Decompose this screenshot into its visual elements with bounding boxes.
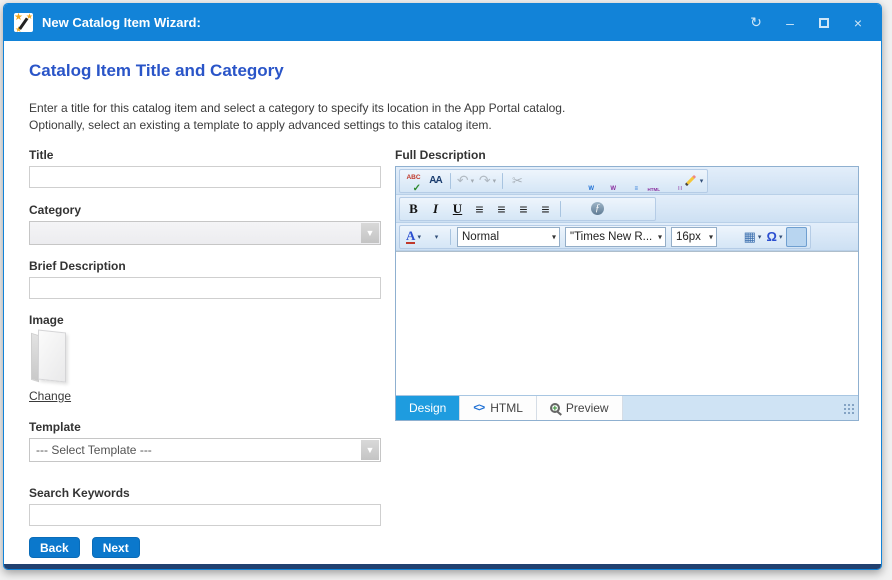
minimize-button[interactable]: –	[777, 11, 803, 35]
mag-icon: +	[550, 403, 560, 413]
code-icon: <>	[473, 402, 484, 414]
hyperlink-icon[interactable]	[631, 199, 652, 219]
tab-design[interactable]: Design	[396, 396, 460, 420]
copy-icon[interactable]	[529, 171, 550, 191]
paste-plain-text-icon[interactable]: ≡	[617, 171, 638, 191]
template-dropdown-arrow-icon[interactable]: ▼	[361, 440, 379, 460]
underline-icon[interactable]: U	[447, 199, 468, 219]
next-button[interactable]: Next	[92, 537, 140, 558]
find-icon[interactable]: AA	[425, 171, 446, 191]
paste-from-word-strip-font-icon[interactable]: W	[595, 171, 616, 191]
color-palette-icon[interactable]	[720, 227, 741, 247]
tab-preview[interactable]: +Preview	[537, 396, 623, 420]
align-left-icon[interactable]: ≡	[513, 199, 534, 219]
undo-icon[interactable]: ↶▾	[455, 171, 476, 191]
window-title: New Catalog Item Wizard:	[42, 15, 743, 30]
editor-content-area[interactable]	[396, 251, 858, 395]
description-line-2: Optionally, select an existing a templat…	[29, 117, 565, 134]
back-button[interactable]: Back	[29, 537, 80, 558]
catalog-item-form: Title Category ▼ Brief Description Image…	[29, 148, 381, 526]
insert-table-icon[interactable]: ▦▾	[742, 227, 763, 247]
editor-toolbar-row-3: A▾ ▾ Normal "Times New R... 16px	[396, 223, 858, 251]
spellcheck-icon[interactable]: ABC✓	[403, 171, 424, 191]
align-justify-icon[interactable]: ≡	[491, 199, 512, 219]
template-dropdown[interactable]: --- Select Template --- ▼	[29, 438, 381, 462]
category-label: Category	[29, 203, 381, 217]
template-value: --- Select Template ---	[36, 443, 152, 457]
flash-icon[interactable]: ƒ	[587, 199, 608, 219]
title-label: Title	[29, 148, 381, 162]
maximize-button[interactable]	[811, 11, 837, 35]
template-label: Template	[29, 420, 381, 434]
image-manager-icon[interactable]	[609, 199, 630, 219]
media-manager-icon[interactable]	[786, 227, 807, 247]
cut-icon[interactable]: ✂	[507, 171, 528, 191]
editor-mode-tabs: Design <>HTML +Preview	[396, 395, 858, 420]
description-line-1: Enter a title for this catalog item and …	[29, 100, 565, 117]
redo-icon[interactable]: ↷▾	[477, 171, 498, 191]
category-dropdown-arrow-icon[interactable]: ▼	[361, 223, 379, 243]
wizard-window: ★ ★ ★ New Catalog Item Wizard: ↻ – × Cat…	[3, 3, 882, 570]
title-bar[interactable]: ★ ★ ★ New Catalog Item Wizard: ↻ – ×	[4, 4, 881, 41]
editor-toolbar-row-1: ABC✓ AA ↶▾ ↷▾ ✂	[396, 167, 858, 195]
image-label: Image	[29, 313, 381, 327]
align-right-icon[interactable]: ≡	[535, 199, 556, 219]
rich-text-editor: ABC✓ AA ↶▾ ↷▾ ✂	[395, 166, 859, 421]
align-center-icon[interactable]: ≡	[469, 199, 490, 219]
full-description-label: Full Description	[395, 148, 859, 162]
font-name-select[interactable]: "Times New R...	[565, 227, 666, 247]
wizard-icon: ★ ★ ★	[14, 13, 33, 32]
font-color-icon[interactable]: A▾	[403, 227, 424, 247]
software-box-icon	[29, 331, 69, 383]
wizard-content: Catalog Item Title and Category Enter a …	[4, 41, 881, 564]
category-dropdown[interactable]: ▼	[29, 221, 381, 245]
tab-html[interactable]: <>HTML	[460, 396, 537, 420]
change-image-link[interactable]: Change	[29, 389, 71, 403]
paste-icon[interactable]	[551, 171, 572, 191]
wizard-navigation: Back Next	[29, 537, 140, 558]
insert-image-icon[interactable]	[565, 199, 586, 219]
window-bottom-bar	[4, 564, 881, 570]
editor-toolbar-row-2: B I U ≡ ≡ ≡ ≡	[396, 195, 858, 223]
close-button[interactable]: ×	[845, 11, 871, 35]
title-input[interactable]	[29, 166, 381, 188]
brief-description-input[interactable]	[29, 277, 381, 299]
paragraph-style-select[interactable]: Normal	[457, 227, 560, 247]
page-title: Catalog Item Title and Category	[29, 61, 284, 81]
search-keywords-label: Search Keywords	[29, 486, 381, 500]
search-keywords-input[interactable]	[29, 504, 381, 526]
page-description: Enter a title for this catalog item and …	[29, 100, 565, 134]
format-painter-icon[interactable]: ▾	[683, 171, 704, 191]
paste-as-html-icon[interactable]: HTML	[639, 171, 660, 191]
fill-color-icon[interactable]: ▾	[425, 227, 446, 247]
resize-grip[interactable]	[843, 403, 854, 414]
full-description-section: Full Description ABC✓ AA ↶▾ ↷▾	[395, 148, 859, 421]
special-character-icon[interactable]: Ω▾	[764, 227, 785, 247]
paste-from-word-icon[interactable]: W	[573, 171, 594, 191]
window-controls: ↻ – ×	[743, 11, 871, 35]
paste-special-icon[interactable]: ∷	[661, 171, 682, 191]
brief-description-label: Brief Description	[29, 259, 381, 273]
refresh-icon[interactable]: ↻	[743, 11, 769, 35]
font-size-select[interactable]: 16px	[671, 227, 717, 247]
italic-icon[interactable]: I	[425, 199, 446, 219]
catalog-item-image: Change	[29, 331, 75, 405]
bold-icon[interactable]: B	[403, 199, 424, 219]
